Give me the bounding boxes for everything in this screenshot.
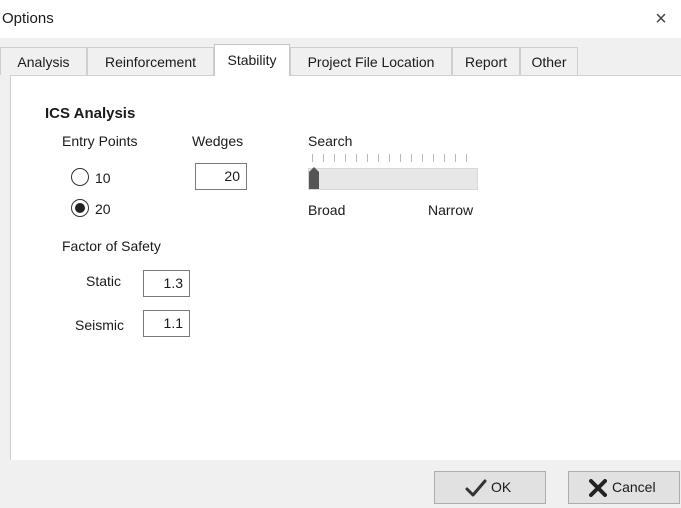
entry-points-20-label: 20 [95, 201, 111, 217]
entry-points-label: Entry Points [62, 133, 138, 149]
tab-stability[interactable]: Stability [214, 44, 290, 76]
search-slider-thumb[interactable] [309, 167, 319, 189]
tab-strip: Analysis Reinforcement Stability Project… [0, 44, 681, 76]
search-slider-ticks [312, 154, 477, 162]
radio-selected-dot [75, 203, 85, 213]
tab-label: Project File Location [307, 54, 435, 70]
tab-analysis[interactable]: Analysis [0, 47, 87, 75]
ok-button[interactable]: OK [434, 471, 546, 504]
x-icon [589, 479, 607, 497]
tab-label: Analysis [17, 54, 70, 70]
static-label: Static [86, 273, 122, 289]
ics-analysis-heading: ICS Analysis [45, 105, 136, 122]
search-broad-label: Broad [308, 202, 346, 218]
window-title: Options [2, 10, 54, 27]
tab-project-file-location[interactable]: Project File Location [290, 47, 452, 75]
factor-of-safety-label: Factor of Safety [62, 238, 161, 254]
wedges-label: Wedges [192, 133, 244, 149]
close-icon[interactable]: × [641, 0, 681, 38]
ok-button-label: OK [491, 479, 512, 495]
seismic-fos-input[interactable]: 1.1 [143, 310, 190, 337]
entry-points-20-radio[interactable] [71, 199, 89, 217]
tab-label: Reinforcement [104, 54, 197, 70]
static-fos-input[interactable]: 1.3 [143, 270, 190, 297]
seismic-label: Seismic [75, 317, 125, 333]
wedges-input[interactable]: 20 [195, 163, 247, 190]
entry-points-10-radio[interactable] [71, 168, 89, 186]
cancel-button-label: Cancel [612, 479, 656, 495]
search-slider[interactable] [308, 168, 478, 190]
tab-label: Report [464, 54, 508, 70]
tab-reinforcement[interactable]: Reinforcement [87, 47, 214, 75]
checkmark-icon [465, 479, 487, 497]
tab-label: Other [531, 54, 567, 70]
title-bar: Options × [0, 0, 681, 38]
search-narrow-label: Narrow [428, 202, 474, 218]
tab-label: Stability [227, 52, 277, 68]
cancel-button[interactable]: Cancel [568, 471, 680, 504]
tab-report[interactable]: Report [452, 47, 520, 75]
tab-other[interactable]: Other [520, 47, 578, 75]
entry-points-10-label: 10 [95, 170, 111, 186]
search-label: Search [308, 133, 353, 149]
